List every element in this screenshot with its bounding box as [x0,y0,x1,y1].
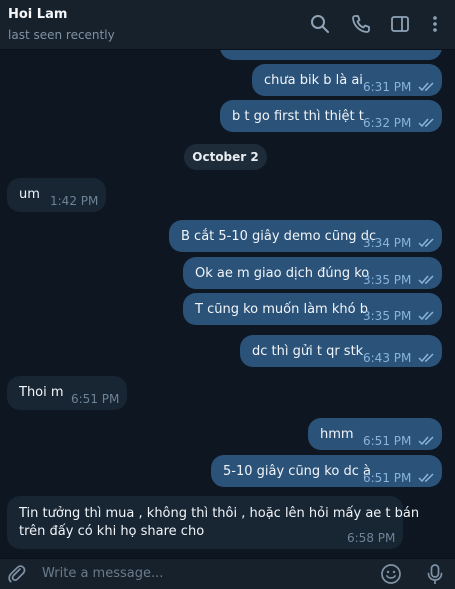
message-input[interactable]: Write a message... [42,566,163,581]
message-text: Ok ae m giao dịch đúng ko [195,266,370,281]
contact-status: last seen recently [8,28,115,42]
message-bubble-incoming[interactable]: um 1:42 PM [7,178,106,212]
message-time: 6:32 PM [363,116,412,130]
message-bubble-outgoing[interactable]: dc thì gửi t qr stk 6:43 PM [240,335,442,367]
double-check-icon [418,82,434,92]
more-icon[interactable] [423,12,447,36]
message-bubble-incoming[interactable]: Thoi m 6:51 PM [7,376,127,410]
double-check-icon [418,238,434,248]
message-text: B cắt 5-10 giây demo cũng dc [181,229,377,244]
message-text: T cũng ko muốn làm khó b [195,302,368,317]
double-check-icon [418,353,434,363]
microphone-icon[interactable] [424,563,446,585]
message-time: 6:51 PM [363,471,412,485]
message-time: 3:35 PM [363,309,412,323]
message-text-line: trên đấy có khi họ share cho [19,524,205,539]
phone-icon[interactable] [349,12,373,36]
message-bubble-outgoing[interactable]: b t go first thì thiệt t 6:32 PM [220,100,442,132]
message-time: 3:35 PM [363,273,412,287]
message-time: 6:43 PM [363,351,412,365]
date-divider: October 2 [184,144,267,170]
chat-header[interactable]: Hoi Lam last seen recently [0,0,455,50]
message-time: 6:31 PM [363,80,412,94]
message-bubble-outgoing[interactable]: hmm 6:51 PM [308,418,442,450]
message-bubble-outgoing[interactable]: B cắt 5-10 giây demo cũng dc 3:34 PM [169,220,442,252]
message-time: 3:34 PM [363,236,412,250]
message-text-line: Tin tưởng thì mua , không thì thôi , hoặ… [19,506,420,521]
message-time: 6:51 PM [363,434,412,448]
message-list[interactable]: chưa bik b là ai 6:31 PM b t go first th… [0,50,455,558]
message-text: dc thì gửi t qr stk [252,344,364,359]
attach-icon[interactable] [6,563,28,585]
message-bubble-outgoing[interactable]: 5-10 giây cũng ko dc à 6:51 PM [211,455,442,487]
message-text: Thoi m [19,385,64,400]
double-check-icon [418,311,434,321]
double-check-icon [418,118,434,128]
search-icon[interactable] [308,12,332,36]
double-check-icon [418,275,434,285]
message-text: hmm [320,427,354,442]
emoji-icon[interactable] [380,563,402,585]
message-bubble-outgoing[interactable]: Ok ae m giao dịch đúng ko 3:35 PM [183,257,442,289]
message-text: um [19,187,40,202]
message-text: chưa bik b là ai [264,73,363,88]
message-time: 6:58 PM [347,531,396,545]
message-time: 6:51 PM [71,392,120,406]
message-text: b t go first thì thiệt t [232,109,364,124]
message-time: 1:42 PM [50,194,99,208]
message-bubble-clipped[interactable] [220,50,442,60]
sidebar-toggle-icon[interactable] [388,12,412,36]
message-text: 5-10 giây cũng ko dc à [223,464,371,479]
contact-name[interactable]: Hoi Lam [8,7,447,23]
double-check-icon [418,473,434,483]
message-bubble-outgoing[interactable]: T cũng ko muốn làm khó b 3:35 PM [183,293,442,325]
message-bubble-outgoing[interactable]: chưa bik b là ai 6:31 PM [252,64,442,96]
message-composer: Write a message... [0,558,455,589]
message-bubble-incoming[interactable]: Tin tưởng thì mua , không thì thôi , hoặ… [7,496,419,549]
double-check-icon [418,436,434,446]
